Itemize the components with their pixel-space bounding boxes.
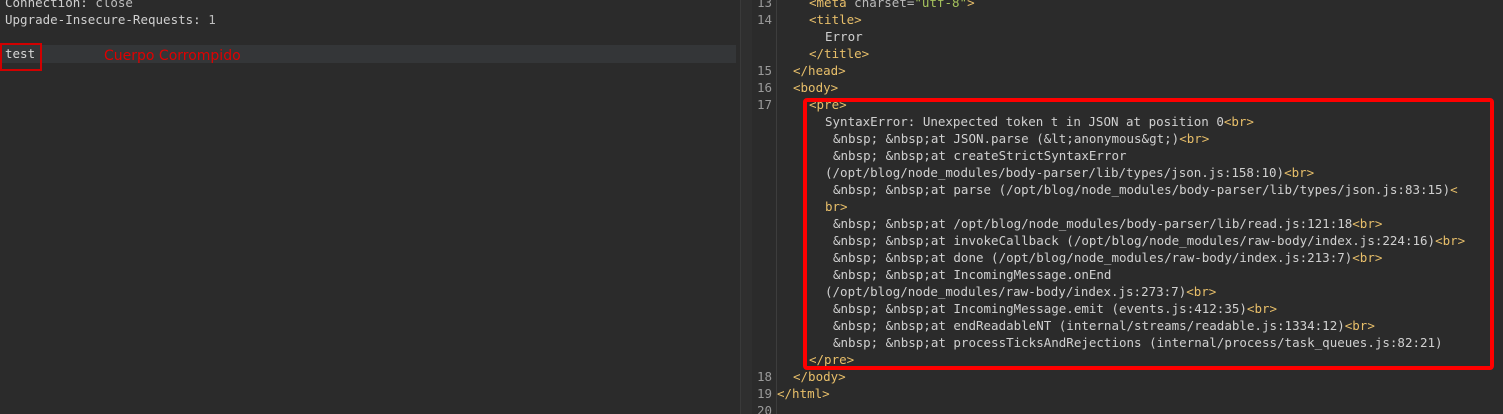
attr: charset= xyxy=(854,0,915,10)
line-number: 15 xyxy=(756,63,772,78)
code-line-html-close: </html> xyxy=(777,385,830,402)
tag: <meta xyxy=(809,0,847,10)
line-number: 13 xyxy=(756,0,772,10)
line-number: 16 xyxy=(756,80,772,95)
tag: <title> xyxy=(809,12,862,27)
code-line-body-open: <body> xyxy=(793,79,838,96)
code-line-title-close: </title> xyxy=(809,45,869,62)
code-line-title-open: <title> xyxy=(809,11,862,28)
line-number: 17 xyxy=(756,97,772,112)
header-value: 1 xyxy=(200,12,216,27)
header-name: Upgrade-Insecure-Requests: xyxy=(5,12,201,27)
code-line-meta: <meta charset="utf-8"> xyxy=(809,0,975,11)
tag: </head> xyxy=(793,63,846,78)
line-number: 19 xyxy=(756,386,772,401)
tag: </html> xyxy=(777,386,830,401)
tag: </body> xyxy=(793,369,846,384)
tag: > xyxy=(967,0,975,10)
tag: <body> xyxy=(793,80,839,95)
line-number: 20 xyxy=(756,403,772,414)
highlight-box-error xyxy=(803,98,1494,370)
line-number-gutter: 13 14 15 16 17 18 19 20 xyxy=(752,0,777,414)
header-line-connection: Connection: close xyxy=(5,0,133,11)
line-number: 18 xyxy=(756,369,772,384)
text: Error xyxy=(825,29,863,44)
annotation-label: Cuerpo Corrompido xyxy=(104,48,241,64)
tag: </title> xyxy=(809,46,870,61)
line-number: 14 xyxy=(756,12,772,27)
header-name: Connection: xyxy=(5,0,88,10)
code-line-title-text: Error xyxy=(825,28,863,45)
attr-value: "utf-8" xyxy=(914,0,968,10)
request-pane[interactable]: Connection: close Upgrade-Insecure-Reque… xyxy=(0,0,740,414)
header-value: close xyxy=(87,0,133,10)
code-line-body-close: </body> xyxy=(793,368,846,385)
code-line-head-close: </head> xyxy=(793,62,846,79)
highlight-box-body xyxy=(0,43,42,71)
header-line-upgrade: Upgrade-Insecure-Requests: 1 xyxy=(5,11,216,28)
